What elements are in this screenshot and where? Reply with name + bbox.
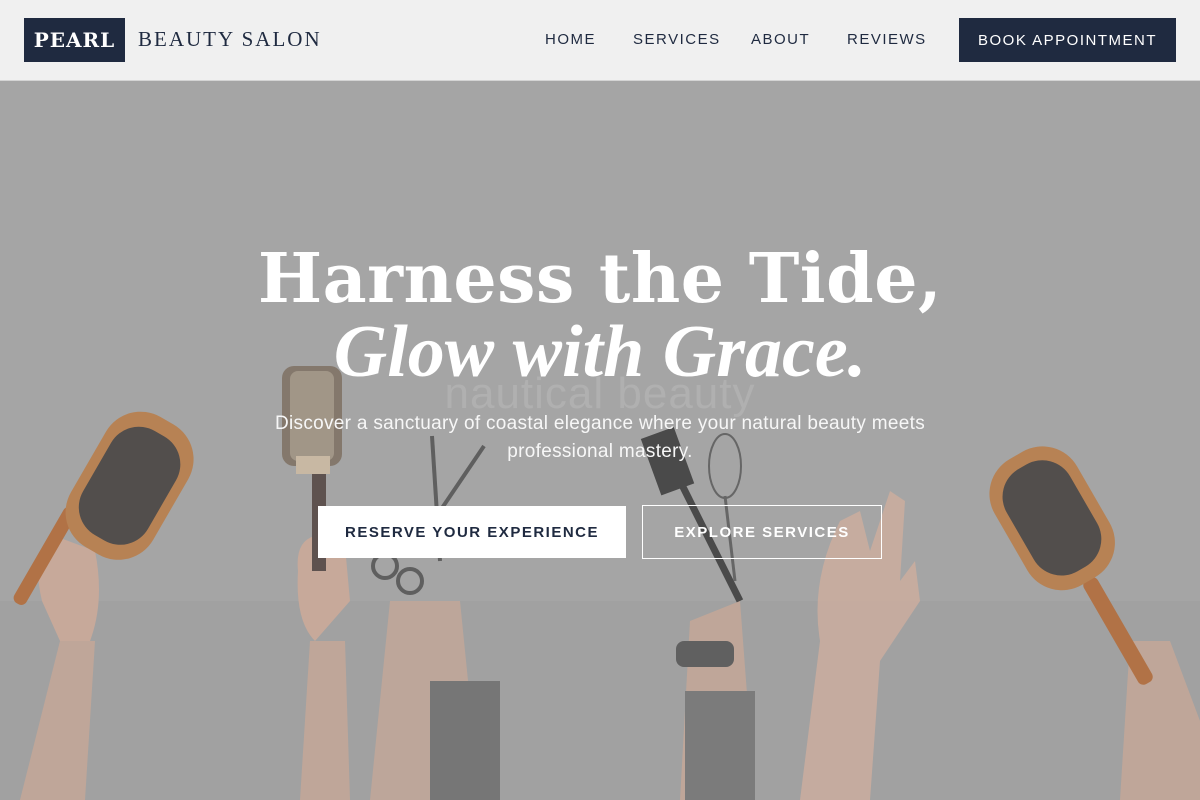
logo-subtitle: BEAUTY SALON bbox=[138, 27, 322, 51]
nav-link-home[interactable]: HOME bbox=[545, 31, 596, 48]
explore-services-button[interactable]: EXPLORE SERVICES bbox=[642, 505, 882, 559]
site-header: PEARL BEAUTY SALON HOME SERVICES ABOUT R… bbox=[0, 0, 1200, 81]
hero-section: nautical beauty Harness the Tide, Glow w… bbox=[0, 81, 1200, 800]
hero-title: Harness the Tide, bbox=[257, 239, 943, 319]
nav-link-about[interactable]: ABOUT bbox=[751, 31, 810, 48]
nav-link-reviews[interactable]: REVIEWS bbox=[847, 31, 927, 48]
hero-description: Discover a sanctuary of coastal elegance… bbox=[275, 413, 925, 462]
hero-title-italic: Glow with Grace. bbox=[333, 311, 867, 393]
book-appointment-button[interactable]: BOOK APPOINTMENT bbox=[959, 18, 1176, 62]
nav-link-services[interactable]: SERVICES bbox=[633, 31, 721, 48]
logo-mark[interactable]: PEARL bbox=[24, 18, 125, 62]
reserve-experience-button[interactable]: RESERVE YOUR EXPERIENCE bbox=[318, 506, 626, 558]
